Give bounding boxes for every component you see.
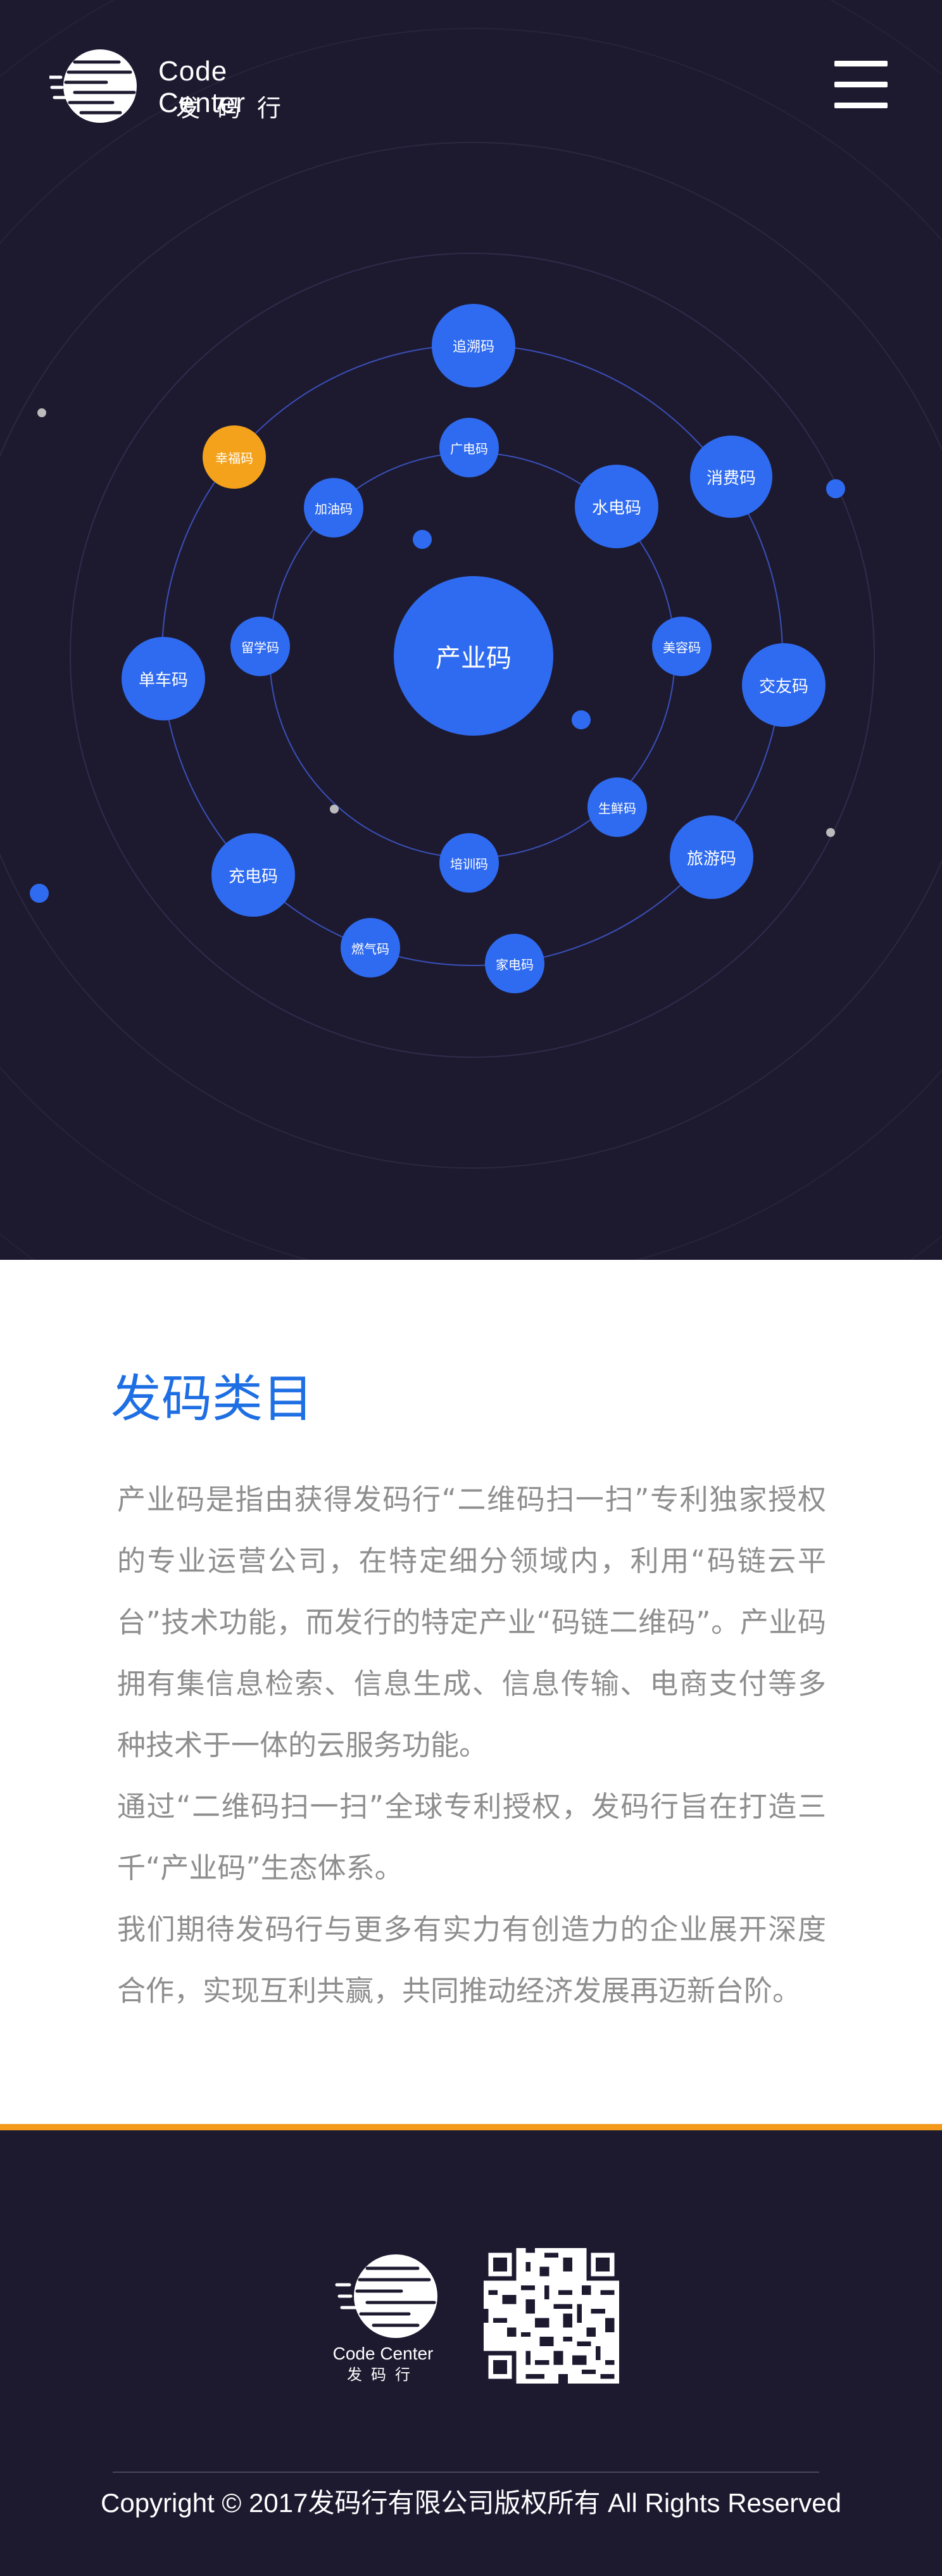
code-bubble[interactable]: 留学码 xyxy=(230,617,290,676)
footer-logo[interactable]: Code Center 发码行 xyxy=(323,2246,443,2385)
qr-code-icon xyxy=(484,2248,619,2384)
code-bubble[interactable]: 美容码 xyxy=(652,617,712,676)
code-bubble[interactable]: 水电码 xyxy=(575,465,658,548)
footer-logo-cn: 发码行 xyxy=(347,2366,419,2384)
footer-divider xyxy=(113,2472,819,2473)
footer-logo-en: Code Center xyxy=(333,2344,434,2363)
code-bubble[interactable]: 家电码 xyxy=(485,934,544,993)
category-paragraph: 产业码是指由获得发码行“二维码扫一扫”专利独家授权的专业运营公司，在特定细分领域… xyxy=(117,1483,826,1762)
header-logo[interactable]: Code Center 发码行 xyxy=(49,48,322,124)
code-bubble[interactable]: 交友码 xyxy=(742,643,826,727)
code-bubble[interactable]: 充电码 xyxy=(211,833,295,917)
section-divider xyxy=(0,2124,942,2130)
code-bubble[interactable]: 幸福码 xyxy=(203,425,266,489)
code-bubble[interactable]: 单车码 xyxy=(122,637,205,720)
category-paragraph: 我们期待发码行与更多有实力有创造力的企业展开深度合作，实现互利共赢，共同推动经济… xyxy=(117,1913,826,2007)
code-bubble[interactable]: 广电码 xyxy=(439,418,499,477)
category-paragraph: 通过“二维码扫一扫”全球专利授权，发码行旨在打造三千“产业码”生态体系。 xyxy=(117,1790,826,1885)
hamburger-menu-icon[interactable] xyxy=(834,61,888,109)
copyright-text: Copyright © 2017发码行有限公司版权所有 All Rights R… xyxy=(101,2488,841,2518)
code-bubble[interactable]: 追溯码 xyxy=(432,304,515,387)
code-bubble[interactable]: 培训码 xyxy=(439,833,499,893)
code-bubble[interactable]: 消费码 xyxy=(690,436,772,518)
code-bubble[interactable]: 旅游码 xyxy=(670,815,753,899)
hero-section: Code Center 发码行 产业码 追溯码 广电码 加油码 幸福码 水电码 … xyxy=(0,0,942,1260)
footer: Code Center 发码行 Copyright © 2017发码行有限公司版… xyxy=(0,2130,942,2576)
category-title: 发码类目 xyxy=(111,1369,313,1428)
code-bubble[interactable]: 生鲜码 xyxy=(587,777,647,837)
code-bubble[interactable]: 燃气码 xyxy=(341,918,400,977)
center-code-bubble[interactable]: 产业码 xyxy=(394,576,553,736)
category-section: 发码类目 产业码是指由获得发码行“二维码扫一扫”专利独家授权的专业运营公司，在特… xyxy=(0,1260,942,2124)
logo-text-cn: 发码行 xyxy=(176,94,298,122)
logo-mark-icon xyxy=(49,49,137,123)
code-bubble[interactable]: 加油码 xyxy=(304,478,363,537)
